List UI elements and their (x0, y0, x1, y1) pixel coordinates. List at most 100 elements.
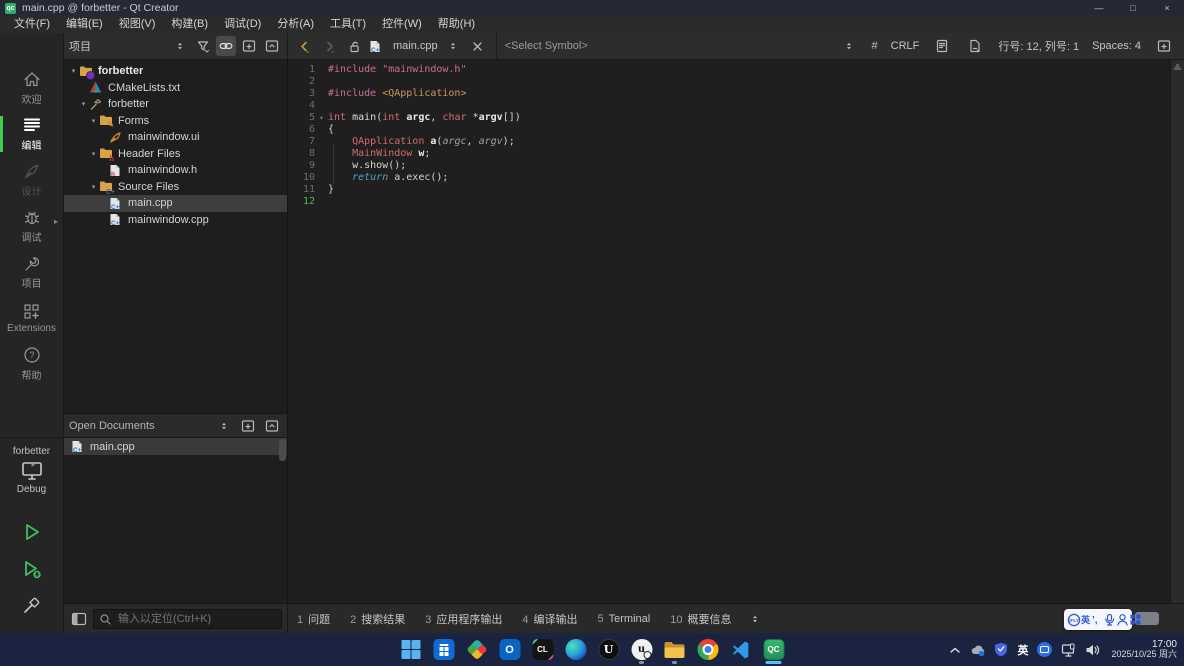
tree-item-CMakeLists.txt[interactable]: CMakeLists.txt (64, 80, 287, 97)
ime-microphone-icon[interactable] (1103, 613, 1116, 626)
output-pane-spinner[interactable] (745, 609, 765, 629)
output-pane-搜索结果[interactable]: 2搜索结果 (350, 611, 405, 627)
flyout-arrow[interactable]: ▸ (54, 217, 58, 226)
tree-item-forbetter[interactable]: ▾forbetter (64, 63, 287, 80)
taskbar-app-chrome[interactable] (695, 635, 721, 665)
tree-item-Forms[interactable]: ▾✎Forms (64, 113, 287, 130)
onedrive-cloud-icon[interactable] (970, 643, 985, 656)
taskbar-app-outlook[interactable]: O (497, 635, 523, 665)
build-button[interactable] (19, 593, 45, 619)
tree-item-main.cpp[interactable]: C+main.cpp (64, 195, 287, 212)
ime-language-indicator[interactable]: 英 (1017, 642, 1028, 658)
tree-expander[interactable]: ▾ (88, 183, 99, 191)
security-shield-icon[interactable] (994, 642, 1008, 657)
symbol-spinner[interactable] (839, 36, 859, 56)
go-forward-icon[interactable] (319, 36, 339, 56)
tray-chevron-icon[interactable] (949, 645, 961, 655)
filter-icon[interactable] (193, 36, 213, 56)
split-editor-icon[interactable] (1154, 36, 1174, 56)
menu-item-5[interactable]: 分析(A) (269, 16, 322, 33)
navigator-mode-spinner[interactable] (170, 36, 190, 56)
taskbar-app-win-start[interactable] (398, 635, 424, 665)
menu-item-8[interactable]: 帮助(H) (430, 16, 483, 33)
unlock-icon[interactable] (344, 36, 364, 56)
cast-device-icon[interactable] (1061, 643, 1076, 657)
encoding-hash[interactable]: # (872, 40, 878, 52)
tree-item-forbetter[interactable]: ▾forbetter (64, 96, 287, 113)
navigator-mode-select[interactable]: 项目 (69, 38, 91, 54)
open-documents-split-icon[interactable] (238, 416, 258, 436)
sync-with-editor-icon[interactable] (216, 36, 236, 56)
taskbar-app-qtcreator[interactable]: QC (761, 635, 787, 665)
text-format-icon[interactable] (932, 36, 952, 56)
ime-punctuation-icon[interactable]: ’, (1090, 614, 1103, 626)
locator-input[interactable] (93, 609, 282, 629)
output-pane-Terminal[interactable]: 5Terminal (598, 613, 651, 625)
open-documents-scrollbar[interactable] (279, 439, 286, 461)
tree-item-mainwindow.ui[interactable]: mainwindow.ui (64, 129, 287, 146)
output-pane-问题[interactable]: 1问题 (297, 611, 330, 627)
go-back-icon[interactable] (294, 36, 314, 56)
open-document-main.cpp[interactable]: C+main.cpp (64, 438, 287, 455)
taskbar-app-unreal[interactable]: U (596, 635, 622, 665)
output-pane-概要信息[interactable]: 10概要信息 (670, 611, 731, 627)
close-document-icon[interactable] (468, 36, 488, 56)
file-spinner[interactable] (443, 36, 463, 56)
mode-编辑[interactable]: 编辑 (0, 111, 63, 157)
ime-mode-label[interactable]: 英 (1081, 613, 1090, 626)
file-properties-icon[interactable] (965, 36, 985, 56)
open-documents-spinner[interactable] (214, 416, 234, 436)
taskbar-app-explorer[interactable] (662, 635, 688, 665)
open-file-name[interactable]: main.cpp (393, 40, 438, 52)
mode-extensions[interactable]: Extensions (0, 295, 63, 341)
mode-项目[interactable]: 项目 (0, 249, 63, 295)
split-add-icon[interactable] (239, 36, 259, 56)
tree-expander[interactable]: ▾ (78, 100, 89, 108)
tree-expander[interactable]: ▾ (88, 117, 99, 125)
minimize-button[interactable]: — (1082, 0, 1116, 16)
toggle-sidebar-icon[interactable] (69, 609, 89, 629)
ime-user-icon[interactable] (1116, 613, 1129, 626)
tree-item-mainwindow.h[interactable]: hmainwindow.h (64, 162, 287, 179)
symbol-selector[interactable]: <Select Symbol> (505, 40, 588, 52)
menu-item-1[interactable]: 编辑(E) (58, 16, 111, 33)
mode-欢迎[interactable]: 欢迎 (0, 65, 63, 111)
tree-item-Header Files[interactable]: ▾hHeader Files (64, 146, 287, 163)
kit-selector[interactable]: forbetter ▸ Debug (0, 437, 63, 495)
restore-button[interactable]: □ (1116, 0, 1150, 16)
open-documents-close-icon[interactable] (262, 416, 282, 436)
menu-item-0[interactable]: 文件(F) (6, 16, 58, 33)
taskbar-app-wegame[interactable] (464, 635, 490, 665)
mode-调试[interactable]: 调试▸ (0, 203, 63, 249)
tree-item-mainwindow.cpp[interactable]: C+mainwindow.cpp (64, 212, 287, 229)
editor-scrollbar[interactable] (1170, 60, 1184, 603)
menu-item-7[interactable]: 控件(W) (374, 16, 430, 33)
tree-expander[interactable]: ▾ (68, 67, 79, 75)
mode-帮助[interactable]: ?帮助 (0, 341, 63, 387)
taskbar-app-ms-store[interactable] (431, 635, 457, 665)
kit-flyout-arrow[interactable]: ▸ (31, 460, 35, 469)
open-documents-title[interactable]: Open Documents (69, 420, 155, 432)
menu-item-2[interactable]: 视图(V) (111, 16, 164, 33)
tree-item-Source Files[interactable]: ▾C+Source Files (64, 179, 287, 196)
tray-app-icon[interactable] (1037, 642, 1052, 657)
menu-item-3[interactable]: 构建(B) (163, 16, 216, 33)
run-button[interactable] (19, 519, 45, 545)
volume-icon[interactable] (1085, 643, 1100, 657)
indent-setting[interactable]: Spaces: 4 (1092, 40, 1141, 52)
code-editor[interactable]: 1#include "mainwindow.h"23#include <QApp… (288, 60, 1171, 603)
taskbar-clock[interactable]: 17:00 2025/10/25 周六 (1111, 639, 1177, 660)
ifly-logo-icon[interactable]: iFLY (1067, 613, 1081, 627)
taskbar-app-edge[interactable] (563, 635, 589, 665)
close-button[interactable]: × (1150, 0, 1184, 16)
ime-grid-icon[interactable] (1129, 613, 1142, 626)
split-close-icon[interactable] (262, 36, 282, 56)
tree-expander[interactable]: ▾ (88, 150, 99, 158)
debug-run-button[interactable] (19, 556, 45, 582)
output-pane-应用程序输出[interactable]: 3应用程序输出 (425, 611, 502, 627)
taskbar-app-vscode[interactable] (728, 635, 754, 665)
line-ending-indicator[interactable]: CRLF (891, 40, 920, 52)
taskbar-app-clion[interactable]: CL (530, 635, 556, 665)
output-pane-编译输出[interactable]: 4编译输出 (522, 611, 577, 627)
menu-item-6[interactable]: 工具(T) (322, 16, 374, 33)
